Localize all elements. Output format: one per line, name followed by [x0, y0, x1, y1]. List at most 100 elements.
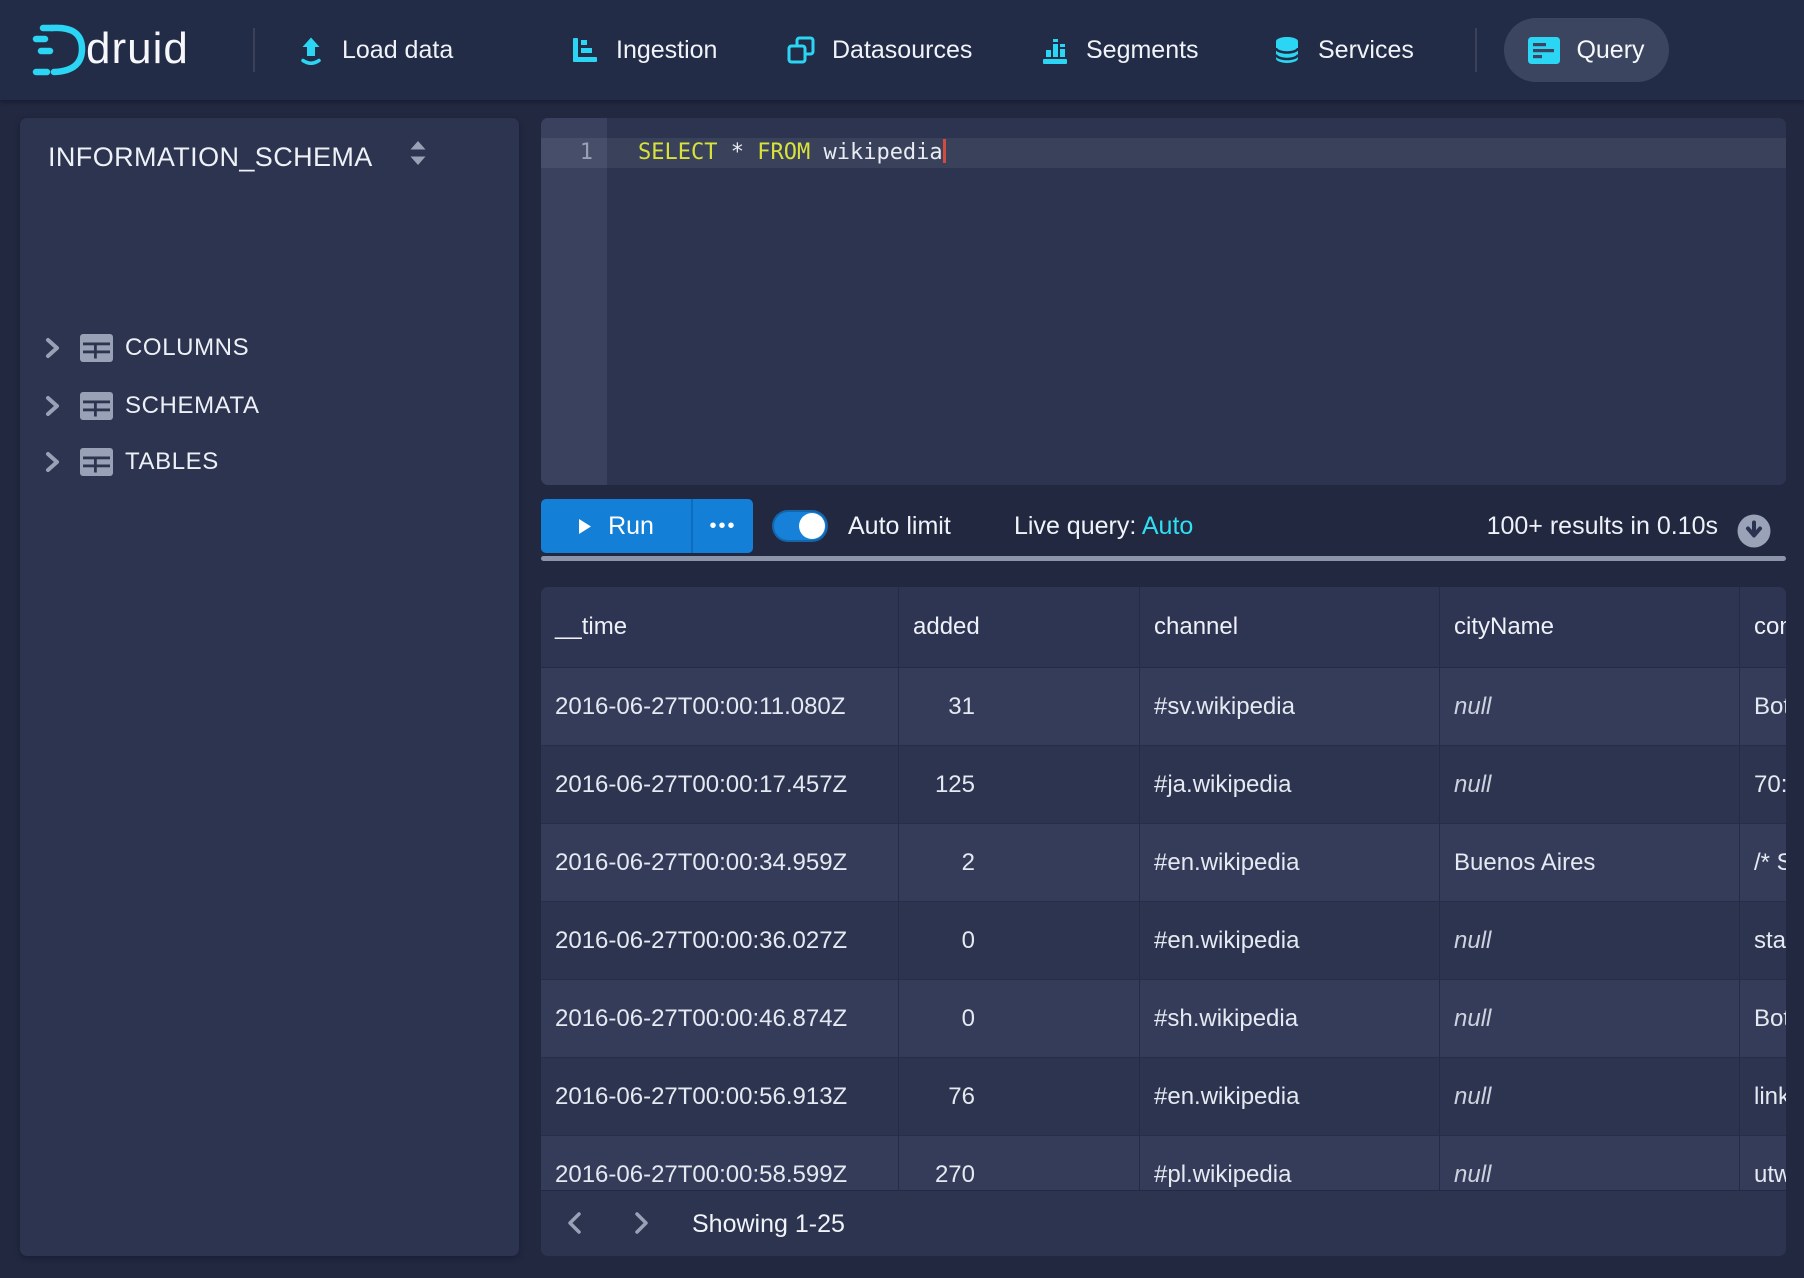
- cell-comment[interactable]: Bot: [1740, 668, 1786, 746]
- results-footer: Showing 1-25: [541, 1190, 1786, 1256]
- segments-icon: [1040, 35, 1070, 65]
- cell-channel[interactable]: #sh.wikipedia: [1140, 980, 1440, 1058]
- cell-channel[interactable]: #en.wikipedia: [1140, 824, 1440, 902]
- table-body: 2016-06-27T00:00:11.080Z31#sv.wikipedian…: [541, 668, 1786, 1190]
- table-row: 2016-06-27T00:00:34.959Z2#en.wikipediaBu…: [541, 824, 1786, 902]
- play-icon: [578, 518, 592, 535]
- services-icon: [1272, 35, 1302, 65]
- cell-time[interactable]: 2016-06-27T00:00:58.599Z: [541, 1136, 899, 1190]
- cell-cityName[interactable]: null: [1440, 1136, 1740, 1190]
- cell-comment[interactable]: Bot: [1740, 980, 1786, 1058]
- nav-item-query[interactable]: Query: [1504, 18, 1669, 82]
- cell-cityName[interactable]: null: [1440, 980, 1740, 1058]
- cell-channel[interactable]: #pl.wikipedia: [1140, 1136, 1440, 1190]
- auto-limit-toggle[interactable]: [772, 510, 828, 542]
- cell-time[interactable]: 2016-06-27T00:00:11.080Z: [541, 668, 899, 746]
- cell-added[interactable]: 76: [899, 1058, 1140, 1136]
- schema-title: INFORMATION_SCHEMA: [48, 142, 373, 173]
- line-number: 1: [541, 138, 607, 168]
- nav-divider: [253, 28, 255, 72]
- ingestion-icon: [570, 35, 600, 65]
- next-page-button[interactable]: [623, 1207, 657, 1241]
- nav-item-datasources[interactable]: Datasources: [786, 0, 972, 100]
- query-icon: [1528, 37, 1560, 64]
- double-caret-icon: [405, 137, 431, 169]
- chevron-right-icon[interactable]: [43, 450, 63, 474]
- download-icon: [1737, 514, 1771, 548]
- cell-added[interactable]: 2: [899, 824, 1140, 902]
- live-query-control: Live query: Auto: [1014, 499, 1193, 553]
- cell-comment[interactable]: utw: [1740, 1136, 1786, 1190]
- prev-page-button[interactable]: [559, 1207, 593, 1241]
- auto-limit-label: Auto limit: [848, 499, 951, 553]
- chevron-right-icon[interactable]: [43, 394, 63, 418]
- cell-time[interactable]: 2016-06-27T00:00:34.959Z: [541, 824, 899, 902]
- tree-item-tables[interactable]: TABLES: [20, 435, 519, 489]
- cell-comment[interactable]: link: [1740, 1058, 1786, 1136]
- cell-added[interactable]: 270: [899, 1136, 1140, 1190]
- column-header-comment[interactable]: comment: [1740, 587, 1786, 668]
- chevron-right-icon: [626, 1209, 654, 1237]
- nav-item-label: Query: [1576, 36, 1644, 65]
- cell-channel[interactable]: #en.wikipedia: [1140, 1058, 1440, 1136]
- cell-channel[interactable]: #en.wikipedia: [1140, 902, 1440, 980]
- nav-divider: [1475, 28, 1477, 72]
- nav-item-segments[interactable]: Segments: [1040, 0, 1199, 100]
- load-data-icon: [296, 35, 326, 65]
- cell-added[interactable]: 125: [899, 746, 1140, 824]
- druid-console: druid Load data Ingestion Datasourc: [0, 0, 1804, 1278]
- tree-item-columns[interactable]: COLUMNS: [20, 321, 519, 375]
- sort-button[interactable]: [401, 134, 435, 172]
- run-button[interactable]: Run: [541, 499, 691, 553]
- cell-cityName[interactable]: null: [1440, 668, 1740, 746]
- cell-comment[interactable]: 70:: [1740, 746, 1786, 824]
- column-header-channel[interactable]: channel: [1140, 587, 1440, 668]
- toggle-knob: [799, 513, 825, 539]
- sql-editor[interactable]: 1 SELECT * FROM wikipedia: [541, 118, 1786, 485]
- nav-item-label: Datasources: [832, 36, 972, 65]
- table-row: 2016-06-27T00:00:58.599Z270#pl.wikipedia…: [541, 1136, 1786, 1190]
- cell-added[interactable]: 0: [899, 902, 1140, 980]
- run-button-group: Run •••: [541, 499, 753, 553]
- sql-keyword: FROM: [757, 140, 810, 165]
- live-query-value[interactable]: Auto: [1142, 512, 1193, 540]
- table-row: 2016-06-27T00:00:46.874Z0#sh.wikipedianu…: [541, 980, 1786, 1058]
- column-header-cityname[interactable]: cityName: [1440, 587, 1740, 668]
- cell-channel[interactable]: #ja.wikipedia: [1140, 746, 1440, 824]
- cell-time[interactable]: 2016-06-27T00:00:46.874Z: [541, 980, 899, 1058]
- chevron-right-icon[interactable]: [43, 336, 63, 360]
- tree-item-schemata[interactable]: SCHEMATA: [20, 379, 519, 433]
- text-cursor: [943, 139, 946, 163]
- table-icon: [80, 392, 113, 420]
- cell-added[interactable]: 31: [899, 668, 1140, 746]
- cell-time[interactable]: 2016-06-27T00:00:56.913Z: [541, 1058, 899, 1136]
- nav-item-ingestion[interactable]: Ingestion: [570, 0, 717, 100]
- cell-comment[interactable]: sta: [1740, 902, 1786, 980]
- sql-text: wikipedia: [810, 140, 942, 165]
- cell-cityName[interactable]: null: [1440, 902, 1740, 980]
- showing-label: Showing 1-25: [692, 1191, 845, 1256]
- live-query-label: Live query:: [1014, 512, 1142, 540]
- cell-comment[interactable]: /* S: [1740, 824, 1786, 902]
- nav-item-load-data[interactable]: Load data: [296, 0, 453, 100]
- table-row: 2016-06-27T00:00:36.027Z0#en.wikipedianu…: [541, 902, 1786, 980]
- sql-code-line[interactable]: SELECT * FROM wikipedia: [638, 138, 946, 168]
- cell-time[interactable]: 2016-06-27T00:00:36.027Z: [541, 902, 899, 980]
- cell-cityName[interactable]: Buenos Aires: [1440, 824, 1740, 902]
- table-icon: [80, 448, 113, 476]
- cell-added[interactable]: 0: [899, 980, 1140, 1058]
- nav-item-services[interactable]: Services: [1272, 0, 1414, 100]
- nav-item-label: Load data: [342, 36, 453, 65]
- cell-channel[interactable]: #sv.wikipedia: [1140, 668, 1440, 746]
- panel-splitter-handle[interactable]: [541, 556, 1786, 561]
- download-button[interactable]: [1737, 514, 1771, 548]
- column-header-time[interactable]: __time: [541, 587, 899, 668]
- navbar: druid Load data Ingestion Datasourc: [0, 0, 1804, 100]
- column-header-added[interactable]: added: [899, 587, 1140, 668]
- table-icon: [80, 334, 113, 362]
- cell-cityName[interactable]: null: [1440, 746, 1740, 824]
- cell-cityName[interactable]: null: [1440, 1058, 1740, 1136]
- run-more-button[interactable]: •••: [693, 499, 753, 553]
- cell-time[interactable]: 2016-06-27T00:00:17.457Z: [541, 746, 899, 824]
- table-header-row: __time added channel cityName comment: [541, 587, 1786, 668]
